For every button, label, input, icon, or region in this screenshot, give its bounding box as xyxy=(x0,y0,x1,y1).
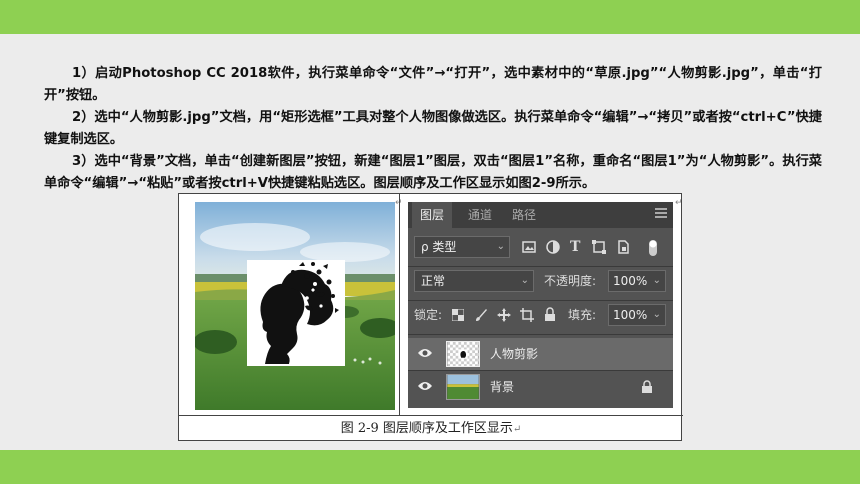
filter-toggle-switch[interactable] xyxy=(648,239,660,257)
lock-artboard-icon[interactable] xyxy=(520,308,534,322)
layer-row-background[interactable]: 背景 xyxy=(408,371,673,403)
bottom-accent-bar xyxy=(0,450,860,484)
figure-caption-text: 图 2-9 图层顺序及工作区显示 xyxy=(340,421,513,436)
return-mark: ↵ xyxy=(675,198,683,208)
adjustment-filter-icon[interactable] xyxy=(546,240,560,254)
chevron-down-icon: ⌄ xyxy=(652,309,661,320)
filter-row: ρ 类型 ⌄ T xyxy=(408,236,673,262)
lock-move-icon[interactable] xyxy=(496,307,512,323)
type-filter-icon[interactable]: T xyxy=(570,236,580,258)
layers-panel: 图层 通道 路径 ρ 类型 ⌄ T 正常 ⌄ 不透明度: 100% ⌄ 锁定: … xyxy=(408,202,673,408)
instruction-text: 1）启动Photoshop CC 2018软件，执行菜单命令“文件”→“打开”，… xyxy=(44,63,822,195)
filter-kind-select[interactable]: ρ 类型 ⌄ xyxy=(414,236,510,258)
lock-transparent-icon[interactable] xyxy=(452,309,464,321)
opacity-label: 不透明度: xyxy=(544,274,597,288)
filter-label: ρ 类型 xyxy=(421,240,457,254)
image-filter-icon[interactable] xyxy=(522,241,536,253)
lock-label: 锁定: xyxy=(414,308,443,322)
opacity-input[interactable]: 100% ⌄ xyxy=(608,270,666,292)
shape-filter-icon[interactable] xyxy=(592,240,606,254)
lock-icon xyxy=(642,380,652,393)
blend-row: 正常 ⌄ 不透明度: 100% ⌄ xyxy=(408,270,673,296)
chevron-down-icon: ⌄ xyxy=(652,275,661,286)
visibility-eye-icon[interactable] xyxy=(417,380,433,392)
paragraph-1: 1）启动Photoshop CC 2018软件，执行菜单命令“文件”→“打开”，… xyxy=(44,66,822,103)
chevron-down-icon: ⌄ xyxy=(496,241,505,252)
caption-return-mark: ↵ xyxy=(512,424,522,435)
figure-divider xyxy=(399,194,400,415)
paragraph-2: 2）选中“人物剪影.jpg”文档，用“矩形选框”工具对整个人物图像做选区。执行菜… xyxy=(44,110,822,147)
layer-name[interactable]: 背景 xyxy=(490,371,514,403)
paragraph-3: 3）选中“背景”文档，单击“创建新图层”按钮，新建“图层1”图层，双击“图层1”… xyxy=(44,154,822,191)
panel-tabs: 图层 通道 路径 xyxy=(408,202,673,228)
layer-thumbnail-silhouette xyxy=(446,341,480,367)
fill-input[interactable]: 100% ⌄ xyxy=(608,304,666,326)
fill-value: 100% xyxy=(613,308,648,322)
lock-all-icon[interactable] xyxy=(544,307,556,322)
grassland-image xyxy=(195,202,395,410)
blend-mode-value: 正常 xyxy=(421,274,446,288)
smart-object-filter-icon[interactable] xyxy=(616,240,630,254)
tab-layers[interactable]: 图层 xyxy=(412,202,453,228)
visibility-eye-icon[interactable] xyxy=(417,347,433,359)
tab-paths[interactable]: 路径 xyxy=(504,202,544,228)
tab-channels[interactable]: 通道 xyxy=(460,202,500,228)
chevron-down-icon: ⌄ xyxy=(520,275,529,286)
opacity-value: 100% xyxy=(613,274,648,288)
figure-2-9: ↵ 图层 通道 路径 ρ 类型 ⌄ T 正常 ⌄ xyxy=(178,193,683,441)
fill-label: 填充: xyxy=(568,308,597,322)
blend-mode-select[interactable]: 正常 ⌄ xyxy=(414,270,534,292)
layer-name[interactable]: 人物剪影 xyxy=(490,338,538,370)
lock-brush-icon[interactable] xyxy=(474,308,488,322)
panel-menu-icon[interactable] xyxy=(655,208,667,220)
lock-row: 锁定: 填充: 100% ⌄ xyxy=(408,304,673,330)
layer-thumbnail-background xyxy=(446,374,480,400)
layer-row-silhouette[interactable]: 人物剪影 xyxy=(408,338,673,370)
workspace-canvas xyxy=(195,202,395,410)
figure-caption: 图 2-9 图层顺序及工作区显示↵ xyxy=(179,416,683,441)
top-accent-bar xyxy=(0,0,860,34)
